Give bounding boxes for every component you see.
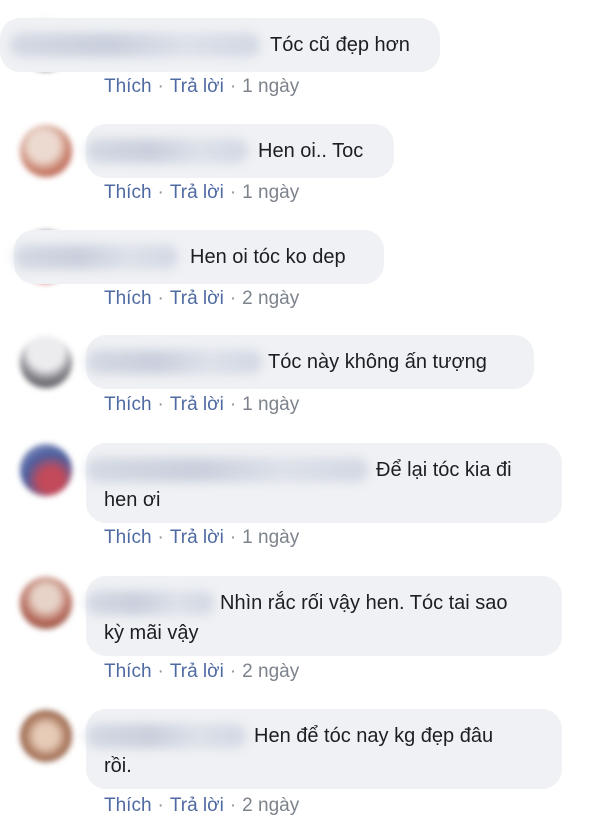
comment-actions: Thích · Trả lời · 1 ngày xyxy=(104,76,299,98)
separator-dot: · xyxy=(157,76,164,97)
comment-bubble: Hen để tóc nay kg đẹp đâu rồi. xyxy=(86,709,562,789)
separator-dot: · xyxy=(229,182,237,203)
timestamp[interactable]: 1 ngày xyxy=(242,527,299,548)
comment-bubble: Tóc này không ấn tượng xyxy=(86,335,534,389)
separator-dot: · xyxy=(229,76,237,97)
comment-bubble: Hen oi tóc ko dep xyxy=(14,230,384,284)
separator-dot: · xyxy=(157,394,164,415)
separator-dot: · xyxy=(229,661,237,682)
reply-link[interactable]: Trả lời xyxy=(170,288,224,309)
avatar[interactable] xyxy=(20,444,72,496)
separator-dot: · xyxy=(157,182,164,203)
timestamp[interactable]: 2 ngày xyxy=(242,288,299,309)
comment-text-line2: kỳ mãi vậy xyxy=(104,622,199,644)
comment-bubble: Để lại tóc kia đi hen ơi xyxy=(86,443,562,523)
comment-text: Để lại tóc kia đi xyxy=(376,459,512,481)
separator-dot: · xyxy=(229,394,237,415)
blurred-author-name[interactable] xyxy=(14,245,178,269)
comment-actions: Thích · Trả lời · 2 ngày xyxy=(104,795,299,817)
separator-dot: · xyxy=(157,795,164,816)
comment-actions: Thích · Trả lời · 1 ngày xyxy=(104,182,299,204)
timestamp[interactable]: 2 ngày xyxy=(242,661,299,682)
comment-bubble: Tóc cũ đẹp hơn xyxy=(0,18,440,72)
separator-dot: · xyxy=(157,661,164,682)
avatar[interactable] xyxy=(20,710,72,762)
comment-text: Tóc này không ấn tượng xyxy=(268,351,487,373)
reply-link[interactable]: Trả lời xyxy=(170,394,224,415)
comment-actions: Thích · Trả lời · 2 ngày xyxy=(104,661,299,683)
comment-text: Nhìn rắc rối vậy hen. Tóc tai sao xyxy=(220,592,508,614)
blurred-author-name[interactable] xyxy=(86,139,248,163)
separator-dot: · xyxy=(229,288,237,309)
comment-text: Hen để tóc nay kg đẹp đâu xyxy=(254,725,494,747)
like-link[interactable]: Thích xyxy=(104,795,152,816)
like-link[interactable]: Thích xyxy=(104,76,152,97)
avatar[interactable] xyxy=(20,125,72,177)
timestamp[interactable]: 2 ngày xyxy=(242,795,299,816)
comment-text-line2: hen ơi xyxy=(104,489,161,511)
comment-actions: Thích · Trả lời · 1 ngày xyxy=(104,527,299,549)
comment-actions: Thích · Trả lời · 1 ngày xyxy=(104,394,299,416)
timestamp[interactable]: 1 ngày xyxy=(242,394,299,415)
avatar[interactable] xyxy=(20,577,72,629)
like-link[interactable]: Thích xyxy=(104,527,152,548)
like-link[interactable]: Thích xyxy=(104,394,152,415)
separator-dot: · xyxy=(229,527,237,548)
separator-dot: · xyxy=(229,795,237,816)
separator-dot: · xyxy=(157,527,164,548)
reply-link[interactable]: Trả lời xyxy=(170,661,224,682)
reply-link[interactable]: Trả lời xyxy=(170,182,224,203)
comment-bubble: Nhìn rắc rối vậy hen. Tóc tai sao kỳ mãi… xyxy=(86,576,562,656)
avatar[interactable] xyxy=(20,336,72,388)
comment-text: Hen oi tóc ko dep xyxy=(190,246,346,268)
comment-text-line2: rồi. xyxy=(104,755,132,777)
blurred-author-name[interactable] xyxy=(86,458,368,482)
blurred-author-name[interactable] xyxy=(10,33,260,57)
comment-text: Tóc cũ đẹp hơn xyxy=(270,34,410,56)
like-link[interactable]: Thích xyxy=(104,182,152,203)
timestamp[interactable]: 1 ngày xyxy=(242,76,299,97)
blurred-author-name[interactable] xyxy=(86,724,246,748)
comment-actions: Thích · Trả lời · 2 ngày xyxy=(104,288,299,310)
comment-text: Hen oi.. Toc xyxy=(258,140,364,162)
separator-dot: · xyxy=(157,288,164,309)
like-link[interactable]: Thích xyxy=(104,288,152,309)
comment-bubble: Hen oi.. Toc xyxy=(86,124,394,178)
reply-link[interactable]: Trả lời xyxy=(170,795,224,816)
timestamp[interactable]: 1 ngày xyxy=(242,182,299,203)
like-link[interactable]: Thích xyxy=(104,661,152,682)
reply-link[interactable]: Trả lời xyxy=(170,527,224,548)
blurred-author-name[interactable] xyxy=(86,350,262,374)
reply-link[interactable]: Trả lời xyxy=(170,76,224,97)
blurred-author-name[interactable] xyxy=(86,591,214,615)
